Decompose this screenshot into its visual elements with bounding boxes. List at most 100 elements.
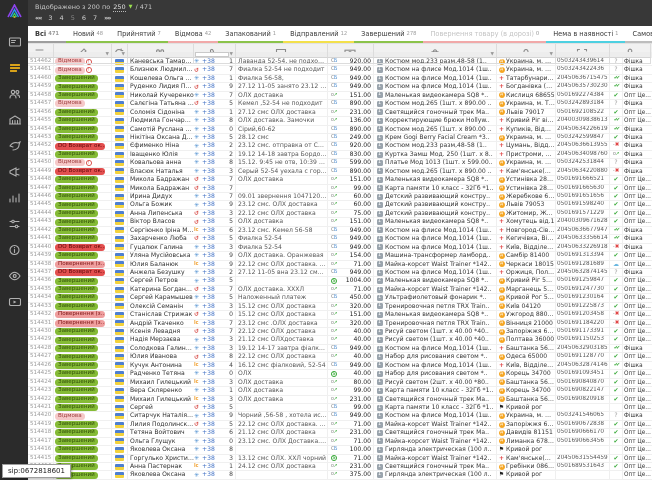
order-row[interactable]: 514455 Завершений Людмила Гончарова ✳ +3…	[28, 117, 652, 125]
order-row[interactable]: 514442 Завершений Сергіюнко Іріна Ми.. l…	[28, 227, 652, 235]
tracking-number[interactable]: 0501691259847	[556, 277, 610, 284]
orders-list-icon[interactable]	[0, 54, 28, 80]
order-row[interactable]: 514424 Завершений Михаил Гилецький lc +3…	[28, 379, 652, 387]
order-row[interactable]: 514434 Завершений Сергей Карамышев ✳ +38…	[28, 294, 652, 302]
company-icon[interactable]	[0, 106, 28, 132]
order-row[interactable]: 514432 Повернення (з.. Станіслав Стрижак…	[28, 311, 652, 319]
order-row[interactable]: 514418 Завершений Тетяна Войтович ✳ +38 …	[28, 429, 652, 437]
order-row[interactable]: 514415 Завершений Горгулько Христина.. ✳…	[28, 455, 652, 463]
order-row[interactable]: 514417 Завершений Ольга Глущук ✳ +38 0 2…	[28, 438, 652, 446]
column-filter-tracking[interactable]	[556, 52, 610, 58]
tracking-number[interactable]: 20450635730230	[556, 83, 610, 90]
client-phone[interactable]: +38	[202, 455, 224, 462]
tracking-number[interactable]: 0503242531844	[556, 159, 610, 166]
tracking-number[interactable]: 0501690672838	[556, 421, 610, 428]
tracking-number[interactable]: 0501691247730	[556, 286, 610, 293]
phone-filter-input[interactable]	[195, 52, 229, 57]
tracking-number[interactable]: 0501691203458	[556, 311, 610, 318]
order-row[interactable]: 514426 Завершений Кучук Антонина lc +38 …	[28, 362, 652, 370]
column-filter-flag[interactable]: ▼	[112, 52, 128, 58]
order-row[interactable]: 514440 DO Возврат ок.. Гуцалюк Галина ✳ …	[28, 244, 652, 252]
tracking-number[interactable]: 20450634220880	[556, 168, 610, 175]
order-row[interactable]: 514414 Завершений Анна Пастернак lc +38 …	[28, 463, 652, 471]
tracking-number[interactable]: 0501692108522	[556, 109, 610, 116]
client-phone[interactable]: +38	[202, 92, 224, 99]
tracking-number[interactable]: 0501691281689	[556, 261, 610, 268]
order-row[interactable]: 514460 Завершений Кошелева Ольга Ар.. ✳ …	[28, 75, 652, 83]
tracking-number[interactable]: 0501691150253	[556, 336, 610, 343]
client-phone[interactable]: +38	[202, 286, 224, 293]
tracking-number[interactable]: 0501691230164	[556, 294, 610, 301]
tracking-number[interactable]: 20450634098760	[556, 151, 610, 158]
client-phone[interactable]: +38	[202, 362, 224, 369]
column-filter-source[interactable]	[610, 52, 651, 58]
order-row[interactable]: 514446 Завершений Ирина Дидух ✳ +38 7 09…	[28, 193, 652, 201]
tracking-number[interactable]: 20450632874145	[556, 269, 610, 276]
order-row[interactable]: 514458 Завершений Николай Кучеренко ✳ +3…	[28, 92, 652, 100]
tracking-number[interactable]: 0501691666521	[556, 176, 610, 183]
order-row[interactable]: 514457 Відмова Салєгіна Татьяна С.. ↺ +3…	[28, 100, 652, 108]
tracking-number[interactable]: 20450636613955	[556, 142, 610, 149]
order-row[interactable]: 514454 Завершений Самотій Руслана Во.. ✳…	[28, 126, 652, 134]
column-filter-product[interactable]: ▼	[374, 52, 497, 58]
page-size-dropdown[interactable]: 250	[113, 3, 125, 12]
settings-sliders-icon[interactable]	[0, 210, 28, 236]
order-row[interactable]: 514419 Завершений Лилия Подолинская ↺ +3…	[28, 421, 652, 429]
info-icon[interactable]	[0, 236, 28, 262]
client-phone[interactable]: +38	[202, 218, 224, 225]
tab-5[interactable]: Відправлений 12	[283, 26, 354, 43]
tracking-number[interactable]: 20450631554459	[556, 455, 610, 462]
client-phone[interactable]: +38	[202, 193, 224, 200]
client-phone[interactable]: +38	[202, 142, 224, 149]
order-row[interactable]: 514461 Відмова! Близнюк Людмила .. ↺ +38…	[28, 66, 652, 74]
client-phone[interactable]: +38	[202, 429, 224, 436]
tracking-number[interactable]: 20450633226918	[556, 244, 610, 251]
tracking-number[interactable]: 0501691313394	[556, 252, 610, 259]
chevron-down-icon[interactable]: ▼	[129, 4, 133, 10]
order-row[interactable]: 514456 Завершений Соломія Сідоніна ✳ +38…	[28, 109, 652, 117]
tracking-number[interactable]: 0503243422436	[556, 66, 610, 73]
tracking-number[interactable]: 0501691093451	[556, 370, 610, 377]
column-filter-comment[interactable]	[236, 52, 328, 58]
client-phone[interactable]: +38	[202, 66, 224, 73]
campaigns-icon[interactable]	[0, 158, 28, 184]
client-phone[interactable]: +38	[202, 151, 224, 158]
order-row[interactable]: 514421 Завершений Сергей ↺ +38 5 СБ 99.0…	[28, 404, 652, 412]
video-tutorials-icon[interactable]	[0, 288, 28, 314]
tracking-number[interactable]: 20450632874146	[556, 362, 610, 369]
order-row[interactable]: 514425 Завершений Радченко Тетяна ✳ +38 …	[28, 370, 652, 378]
column-filter-total[interactable]	[328, 52, 374, 58]
tracking-number[interactable]: 20400309671628	[556, 218, 610, 225]
tab-7[interactable]: Повернення товару (в дорозі) 0	[423, 26, 546, 43]
client-phone[interactable]: +38	[202, 311, 224, 318]
client-phone[interactable]: +38	[202, 185, 224, 192]
tracking-number[interactable]: 0501690663456	[556, 438, 610, 445]
app-logo-icon[interactable]	[6, 3, 23, 22]
tracking-number[interactable]	[556, 404, 610, 411]
tracking-number[interactable]	[556, 471, 610, 478]
tab-4[interactable]: Запакований 1	[218, 26, 283, 43]
client-phone[interactable]: +38	[202, 336, 224, 343]
order-row[interactable]: 514451 Завершений Іващенко Юлія ✳ +38 2 …	[28, 151, 652, 159]
tracking-number[interactable]: 0501691598240	[556, 201, 610, 208]
column-filter-phone[interactable]: ▼	[194, 52, 236, 58]
order-row[interactable]: 514459 Завершений Руденко Лидия Пав.. ↺ …	[28, 83, 652, 91]
page-number-7[interactable]: 7	[93, 14, 97, 22]
reviews-icon[interactable]	[0, 262, 28, 288]
client-phone[interactable]: +38	[202, 396, 224, 403]
tab-8[interactable]: Нема в наявності 1	[546, 26, 625, 43]
client-phone[interactable]: +38	[202, 353, 224, 360]
tracking-number[interactable]: 0501691225873	[556, 303, 610, 310]
client-phone[interactable]: +38	[202, 328, 224, 335]
client-phone[interactable]: +38	[202, 75, 224, 82]
column-filter-status[interactable]: ▼	[54, 52, 112, 58]
client-phone[interactable]: +38	[202, 252, 224, 259]
order-row[interactable]: 514433 Завершений Олексій Семанін ✳ +38 …	[28, 303, 652, 311]
client-phone[interactable]: +38	[202, 303, 224, 310]
client-phone[interactable]: +38	[202, 320, 224, 327]
order-row[interactable]: 514450 Відмова! Ковальова анна ✳ +38 8 1…	[28, 159, 652, 167]
client-phone[interactable]: +38	[202, 109, 224, 116]
page-number-5[interactable]: 5	[71, 14, 75, 22]
order-row[interactable]: 514436 Завершений Сергей Петров ✳ +38 5 …	[28, 277, 652, 285]
order-row[interactable]: 514437 DO Возврат ок.. Анжела Безушку ✳ …	[28, 269, 652, 277]
